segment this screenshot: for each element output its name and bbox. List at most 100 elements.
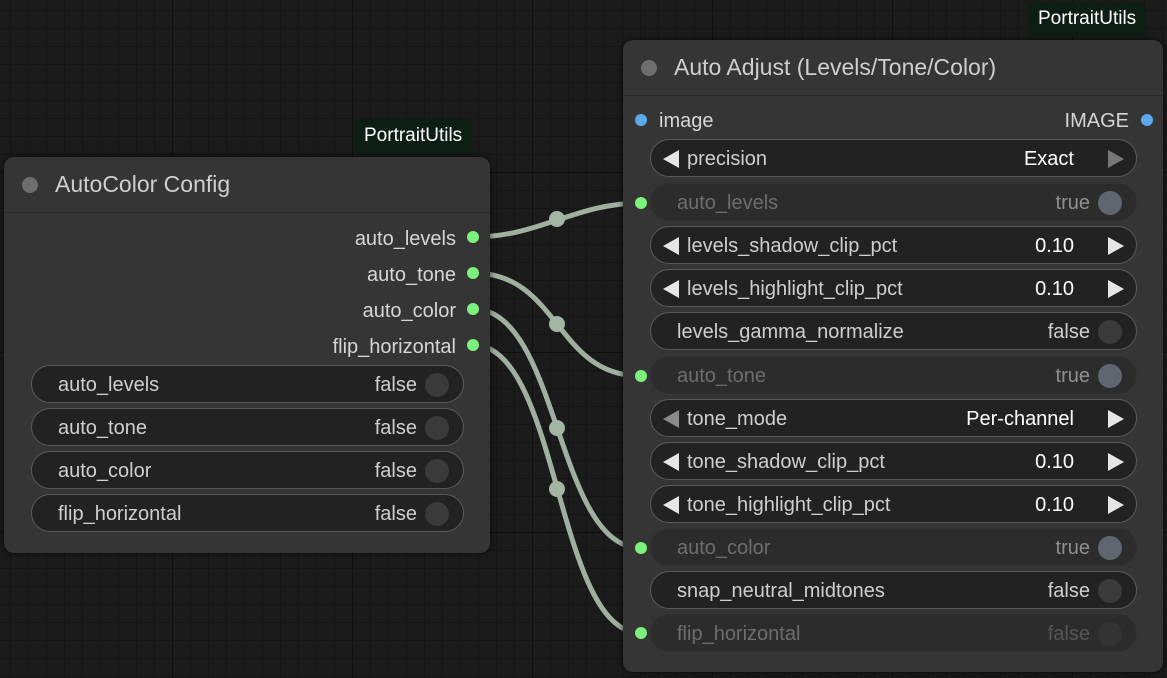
collapse-dot-icon[interactable] — [641, 59, 657, 76]
increment-arrow-icon[interactable] — [1108, 280, 1124, 298]
toggle-label: snap_neutral_midtones — [677, 580, 885, 602]
input-widget-auto-levels: auto_levels true — [650, 183, 1137, 221]
node-title-bar[interactable]: Auto Adjust (Levels/Tone/Color) — [623, 40, 1163, 96]
input-slot-auto-levels[interactable] — [635, 197, 647, 209]
toggle-knob-icon — [1098, 622, 1122, 646]
input-slot-auto-tone[interactable] — [635, 370, 647, 382]
toggle-value: true — [1055, 192, 1090, 214]
output-slot-auto-color[interactable] — [467, 303, 479, 315]
collapse-dot-icon[interactable] — [22, 176, 38, 193]
toggle-auto-color[interactable]: auto_color false — [31, 451, 464, 489]
number-value[interactable]: 0.10 — [1035, 451, 1074, 474]
wire-midpoint-auto-tone[interactable] — [549, 316, 565, 332]
auto-adjust-node[interactable]: Auto Adjust (Levels/Tone/Color) image IM… — [623, 40, 1163, 672]
toggle-label: auto_tone — [58, 417, 147, 439]
toggle-value: false — [1047, 580, 1090, 602]
toggle-label: flip_horizontal — [677, 623, 801, 645]
toggle-value: false — [374, 374, 417, 396]
number-value[interactable]: 0.10 — [1035, 494, 1074, 517]
combo-precision[interactable]: precision Exact — [650, 139, 1137, 177]
toggle-knob-icon — [1098, 191, 1122, 215]
number-tone-highlight-clip-pct[interactable]: tone_highlight_clip_pct 0.10 — [650, 485, 1137, 523]
node-source-badge: PortraitUtils — [354, 119, 473, 153]
toggle-flip-horizontal[interactable]: flip_horizontal false — [31, 494, 464, 532]
toggle-knob-icon — [1098, 320, 1122, 344]
toggle-value: false — [1047, 623, 1090, 645]
decrement-arrow-icon[interactable] — [663, 410, 679, 428]
wire-midpoint-auto-levels[interactable] — [549, 211, 565, 227]
node-source-badge: PortraitUtils — [1028, 2, 1147, 36]
combo-label: precision — [687, 148, 768, 170]
toggle-label: auto_tone — [677, 365, 766, 387]
output-label-flip-horizontal: flip_horizontal — [332, 336, 456, 358]
decrement-arrow-icon[interactable] — [663, 237, 679, 255]
toggle-value: false — [374, 503, 417, 525]
decrement-arrow-icon[interactable] — [663, 280, 679, 298]
toggle-knob-icon — [1098, 536, 1122, 560]
node-title: Auto Adjust (Levels/Tone/Color) — [674, 54, 997, 80]
toggle-knob-icon — [425, 459, 449, 483]
toggle-snap-neutral-midtones[interactable]: snap_neutral_midtones false — [650, 571, 1137, 609]
decrement-arrow-icon[interactable] — [663, 496, 679, 514]
combo-value: Per-channel — [966, 408, 1074, 430]
number-label: tone_shadow_clip_pct — [687, 451, 885, 473]
toggle-knob-icon — [425, 502, 449, 526]
number-label: levels_shadow_clip_pct — [687, 235, 898, 257]
number-levels-shadow-clip-pct[interactable]: levels_shadow_clip_pct 0.10 — [650, 226, 1137, 264]
toggle-levels-gamma-normalize[interactable]: levels_gamma_normalize false — [650, 312, 1137, 350]
toggle-knob-icon — [1098, 364, 1122, 388]
toggle-knob-icon — [1098, 579, 1122, 603]
decrement-arrow-icon[interactable] — [663, 150, 679, 168]
toggle-label: levels_gamma_normalize — [677, 321, 904, 343]
number-label: levels_highlight_clip_pct — [687, 278, 903, 300]
toggle-value: false — [1047, 321, 1090, 343]
wire-midpoint-flip-horizontal[interactable] — [549, 481, 565, 497]
combo-value: Exact — [1023, 148, 1074, 170]
input-label-image: image — [659, 110, 714, 132]
toggle-value: true — [1055, 537, 1090, 559]
toggle-value: true — [1055, 365, 1090, 387]
number-value[interactable]: 0.10 — [1035, 278, 1074, 301]
increment-arrow-icon[interactable] — [1108, 237, 1124, 255]
node-title: AutoColor Config — [55, 171, 231, 197]
toggle-knob-icon — [425, 373, 449, 397]
output-slot-auto-levels[interactable] — [467, 231, 479, 243]
toggle-label: auto_color — [58, 460, 152, 482]
increment-arrow-icon[interactable] — [1108, 150, 1124, 168]
toggle-label: auto_levels — [677, 192, 779, 214]
output-label-auto-tone: auto_tone — [367, 264, 456, 286]
toggle-auto-tone[interactable]: auto_tone false — [31, 408, 464, 446]
combo-tone-mode[interactable]: tone_mode Per-channel — [650, 399, 1137, 437]
toggle-knob-icon — [425, 416, 449, 440]
increment-arrow-icon[interactable] — [1108, 453, 1124, 471]
increment-arrow-icon[interactable] — [1108, 410, 1124, 428]
input-widget-auto-color: auto_color true — [650, 528, 1137, 566]
decrement-arrow-icon[interactable] — [663, 453, 679, 471]
output-label-auto-color: auto_color — [362, 300, 456, 322]
toggle-label: flip_horizontal — [58, 503, 182, 525]
output-label-auto-levels: auto_levels — [354, 228, 456, 250]
number-value[interactable]: 0.10 — [1035, 235, 1074, 258]
input-slot-image[interactable] — [635, 114, 647, 126]
toggle-auto-levels[interactable]: auto_levels false — [31, 365, 464, 403]
input-slot-flip-horizontal[interactable] — [635, 627, 647, 639]
node-title-bar[interactable]: AutoColor Config — [4, 157, 490, 213]
number-label: tone_highlight_clip_pct — [687, 494, 891, 516]
input-slot-auto-color[interactable] — [635, 542, 647, 554]
output-label-image: IMAGE — [1064, 110, 1129, 132]
combo-label: tone_mode — [687, 408, 788, 430]
number-levels-highlight-clip-pct[interactable]: levels_highlight_clip_pct 0.10 — [650, 269, 1137, 307]
autocolor-config-node[interactable]: AutoColor Config auto_levels auto_tone a… — [4, 157, 490, 553]
number-tone-shadow-clip-pct[interactable]: tone_shadow_clip_pct 0.10 — [650, 442, 1137, 480]
toggle-label: auto_color — [677, 537, 771, 559]
toggle-value: false — [374, 417, 417, 439]
output-slot-auto-tone[interactable] — [467, 267, 479, 279]
toggle-value: false — [374, 460, 417, 482]
output-slot-flip-horizontal[interactable] — [467, 339, 479, 351]
toggle-label: auto_levels — [58, 374, 160, 396]
output-slot-image[interactable] — [1141, 114, 1153, 126]
input-widget-flip-horizontal: flip_horizontal false — [650, 614, 1137, 652]
increment-arrow-icon[interactable] — [1108, 496, 1124, 514]
input-widget-auto-tone: auto_tone true — [650, 356, 1137, 394]
wire-midpoint-auto-color[interactable] — [549, 420, 565, 436]
